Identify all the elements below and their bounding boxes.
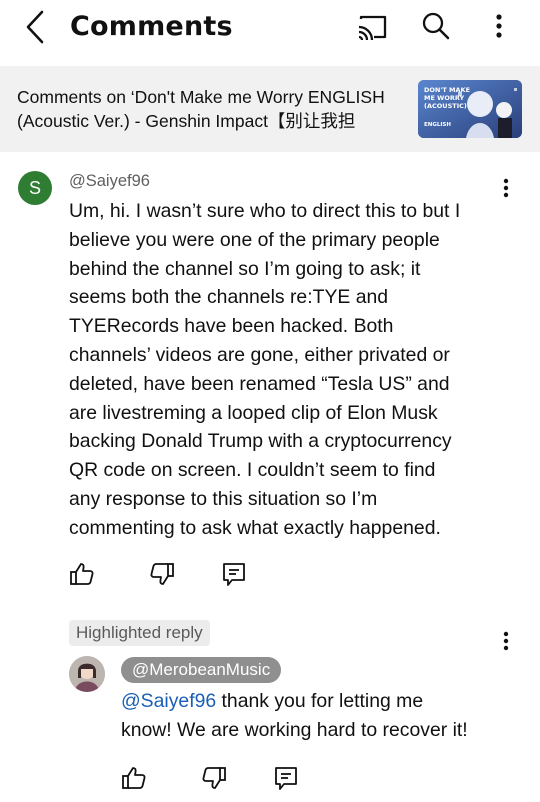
comment-author[interactable]: @Saiyef96 — [69, 170, 150, 192]
video-context-header[interactable]: Comments on ‘Don't Make me Worry ENGLISH… — [0, 66, 540, 152]
search-icon[interactable] — [418, 9, 454, 45]
page-title: Comments — [70, 11, 233, 42]
dislike-icon[interactable] — [148, 560, 176, 588]
reply-dislike-icon[interactable] — [200, 764, 228, 792]
top-app-bar: Comments — [0, 0, 540, 56]
video-title: Comments on ‘Don't Make me Worry ENGLISH… — [17, 87, 385, 131]
video-thumbnail[interactable]: DON'T MAKE ME WORRY (ACOUSTIC) ENGLISH — [418, 80, 522, 138]
reply-more-icon[interactable] — [494, 628, 518, 656]
like-icon[interactable] — [68, 560, 96, 588]
reply-reply-icon[interactable] — [272, 764, 300, 792]
highlighted-reply-badge: Highlighted reply — [69, 620, 210, 646]
comment-text: Um, hi. I wasn’t sure who to direct this… — [69, 200, 461, 539]
more-vert-icon[interactable] — [481, 9, 517, 45]
avatar[interactable]: S — [18, 171, 52, 205]
reply-text: @Saiyef96 thank you for letting me know!… — [121, 690, 468, 741]
reply-icon[interactable] — [220, 560, 248, 588]
reply-mention-link[interactable]: @Saiyef96 — [121, 690, 216, 712]
reply-author-chip[interactable]: @MerobeanMusic — [121, 657, 282, 683]
back-chevron-icon[interactable] — [22, 8, 50, 46]
reply-like-icon[interactable] — [120, 764, 148, 792]
thumbnail-subtitle-art: ENGLISH — [424, 122, 451, 128]
cast-icon[interactable] — [354, 9, 390, 45]
reply-avatar[interactable] — [69, 656, 105, 692]
thumbnail-title-art: DON'T MAKE ME WORRY (ACOUSTIC) — [424, 86, 471, 110]
